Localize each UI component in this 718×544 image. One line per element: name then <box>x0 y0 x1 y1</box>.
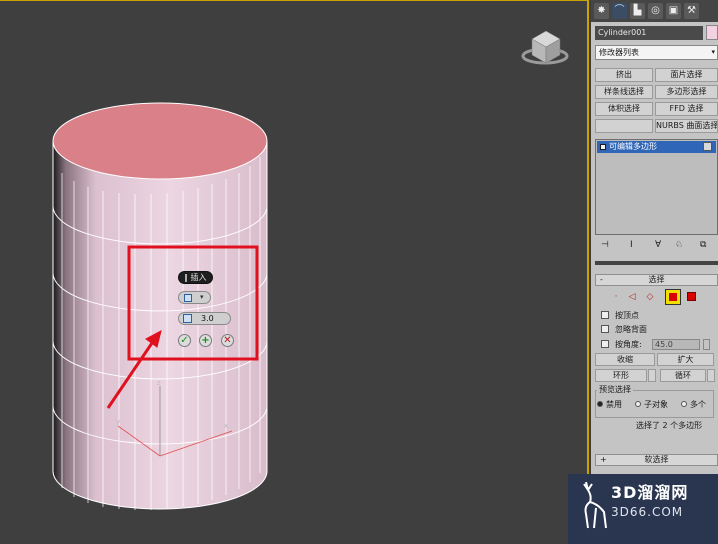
modifier-button-extrude[interactable]: 挤出 <box>595 68 653 82</box>
chevron-down-icon: ▾ <box>200 293 204 301</box>
inset-amount-icon <box>183 314 192 323</box>
preview-subobject-radio[interactable]: 子对象 <box>635 399 668 410</box>
angle-spinner[interactable] <box>703 339 710 350</box>
angle-value-field[interactable]: 45.0 <box>652 339 700 350</box>
hierarchy-tab-icon[interactable]: ▙ <box>630 3 645 19</box>
loop-button[interactable]: 循环 <box>660 369 706 382</box>
by-vertex-label: 按顶点 <box>615 311 639 320</box>
object-name-field[interactable]: Cylinder001 <box>595 26 703 40</box>
ring-spinner[interactable] <box>648 369 656 382</box>
utilities-tab-icon[interactable]: ⚒ <box>684 3 699 19</box>
caddy-ok-button[interactable]: ✓ <box>178 334 191 347</box>
stack-item-toggle-icon[interactable] <box>600 144 606 150</box>
border-level-icon[interactable]: ◇ <box>645 292 655 302</box>
polygon-level-icon[interactable] <box>665 289 681 305</box>
show-end-result-icon[interactable]: I <box>630 240 633 250</box>
inset-group-icon <box>184 294 192 302</box>
grow-button[interactable]: 扩大 <box>657 353 714 366</box>
stack-item-label: 可编辑多边形 <box>609 142 657 151</box>
by-vertex-checkbox[interactable]: 按顶点 <box>601 310 639 321</box>
modifier-button-nurbs-surface-select[interactable]: NURBS 曲面选择 <box>655 119 718 133</box>
preview-selection-title: 预览选择 <box>597 385 633 395</box>
soft-selection-rollout-title: 软选择 <box>644 455 669 464</box>
gizmo-y-label: y <box>116 418 120 426</box>
modifier-stack: 可编辑多边形 <box>595 139 718 235</box>
caddy-cancel-button[interactable]: ✕ <box>221 334 234 347</box>
vertex-level-icon[interactable]: ⋅ <box>611 292 621 302</box>
expand-icon: + <box>600 455 607 464</box>
chevron-down-icon: ▾ <box>711 48 715 56</box>
element-level-icon[interactable] <box>687 292 696 301</box>
stack-item-editable-poly[interactable]: 可编辑多边形 <box>597 141 716 153</box>
viewcube-icon <box>521 30 569 65</box>
ring-button[interactable]: 环形 <box>595 369 647 382</box>
modifier-button-ffd-select[interactable]: FFD 选择 <box>655 102 718 116</box>
preview-subobject-label: 子对象 <box>644 400 668 409</box>
pin-stack-icon[interactable]: ⊣ <box>601 240 609 250</box>
selection-rollout-title: 选择 <box>648 275 665 284</box>
edge-level-icon[interactable]: ◁ <box>627 292 637 302</box>
command-panel-tabs: ✸ ⌒ ▙ ◎ ▣ ⚒ <box>591 0 718 22</box>
inset-amount-field[interactable]: 3.0 <box>178 312 231 325</box>
preview-multi-radio[interactable]: 多个 <box>681 399 706 410</box>
panel-divider <box>595 261 718 265</box>
create-tab-sun-icon[interactable]: ✸ <box>594 3 609 19</box>
cylinder-top-face <box>52 102 268 180</box>
object-color-swatch[interactable] <box>706 25 718 40</box>
shrink-button[interactable]: 收缩 <box>595 353 655 366</box>
loop-spinner[interactable] <box>707 369 715 382</box>
ignore-backfacing-label: 忽略背面 <box>615 325 647 334</box>
modifier-button-patch-select[interactable]: 面片选择 <box>655 68 718 82</box>
viewport-scene: z y x <box>52 30 569 510</box>
make-unique-icon[interactable]: ∀ <box>655 240 661 250</box>
soft-selection-rollout-header[interactable]: + 软选择 <box>595 454 718 466</box>
caddy-apply-button[interactable]: + <box>199 334 212 347</box>
modifier-button-empty[interactable] <box>595 119 653 133</box>
inset-amount-value: 3.0 <box>201 314 214 323</box>
collapse-icon: - <box>600 275 603 284</box>
preview-disabled-radio[interactable]: 禁用 <box>597 399 622 410</box>
watermark-brand: 3D溜溜网 <box>611 483 689 502</box>
remove-modifier-icon[interactable]: ♘ <box>675 240 683 250</box>
by-angle-label: 按角度: <box>615 340 642 349</box>
deer-logo-icon <box>583 482 607 529</box>
preview-multi-label: 多个 <box>690 400 706 409</box>
modifier-button-spline-select[interactable]: 样条线选择 <box>595 85 653 99</box>
perspective-viewport[interactable]: z y x ‖ 插入 ▾ 3.0 ✓ + ✕ <box>0 0 589 544</box>
preview-disabled-label: 禁用 <box>606 400 622 409</box>
selection-rollout-header[interactable]: - 选择 <box>595 274 718 286</box>
modifier-list-label: 修改器列表 <box>599 48 639 57</box>
inset-caddy-title[interactable]: ‖ 插入 <box>178 271 213 284</box>
by-angle-checkbox[interactable]: 按角度: <box>601 339 642 350</box>
stack-item-box-icon <box>703 142 712 151</box>
gizmo-x-label: x <box>224 422 228 430</box>
configure-modifier-sets-icon[interactable]: ⧉ <box>700 240 706 250</box>
watermark-url: 3D66.COM <box>611 505 684 519</box>
stack-tools: ⊣ I ∀ ♘ ⧉ <box>595 240 718 252</box>
modifier-button-volume-select[interactable]: 体积选择 <box>595 102 653 116</box>
gizmo-z-label: z <box>157 379 161 387</box>
modifier-button-poly-select[interactable]: 多边形选择 <box>655 85 718 99</box>
ignore-backfacing-checkbox[interactable]: 忽略背面 <box>601 324 647 335</box>
modify-tab-icon[interactable]: ⌒ <box>612 3 627 19</box>
motion-tab-icon[interactable]: ◎ <box>648 3 663 19</box>
modifier-list-dropdown[interactable]: 修改器列表 ▾ <box>595 45 718 60</box>
subobject-level-icons: ⋅ ◁ ◇ <box>607 289 703 305</box>
inset-type-dropdown[interactable]: ▾ <box>178 291 211 304</box>
selection-status-text: 选择了 2 个多边形 <box>636 421 703 430</box>
display-tab-icon[interactable]: ▣ <box>666 3 681 19</box>
